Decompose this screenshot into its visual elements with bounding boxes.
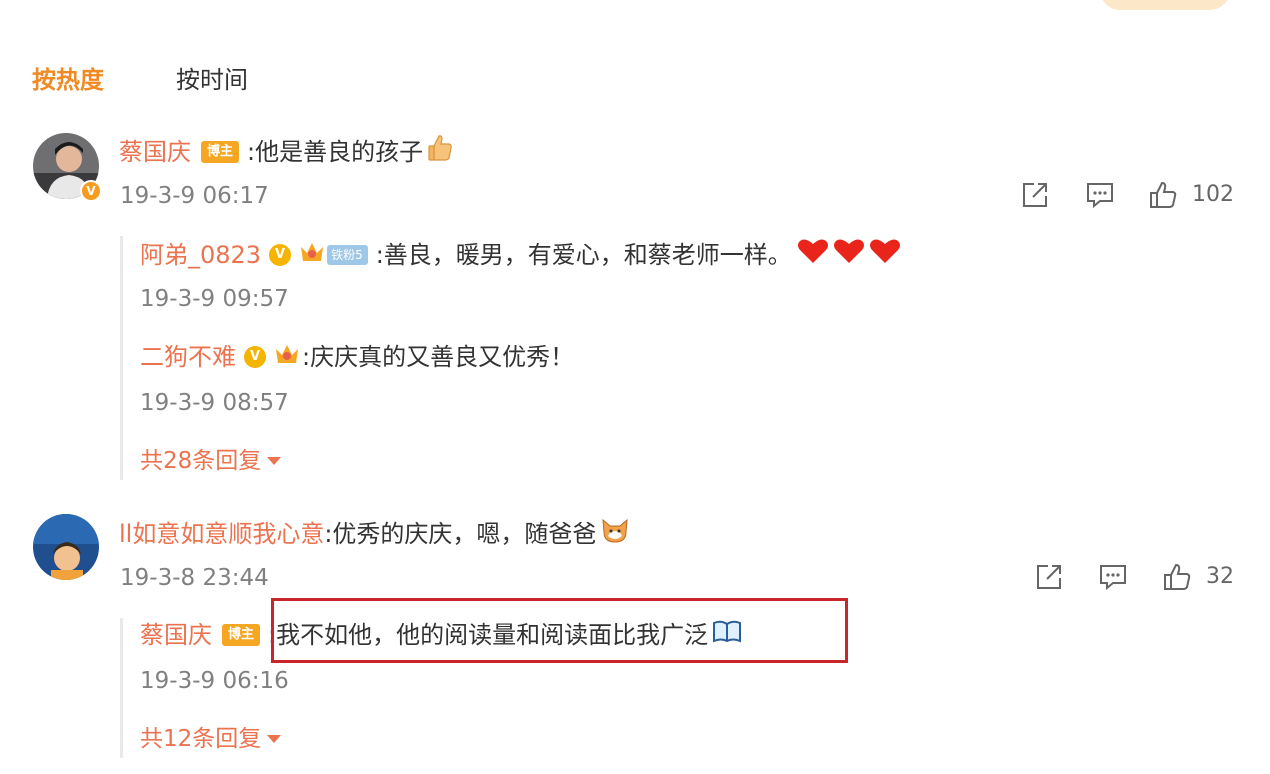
comment-header: ll如意如意顺我心意 :优秀的庆庆，嗯，随爸爸 bbox=[119, 516, 630, 552]
reply-username[interactable]: 阿弟_0823 bbox=[140, 239, 261, 271]
share-icon bbox=[1023, 183, 1047, 207]
reply-thread-bar bbox=[120, 618, 123, 758]
sort-by-hot-tab[interactable]: 按热度 bbox=[32, 64, 104, 96]
caret-down-icon bbox=[267, 735, 282, 743]
more-replies-link[interactable]: 共12条回复 bbox=[140, 724, 282, 754]
reply-header: 二狗不难 V :庆庆真的又善良又优秀！ bbox=[140, 341, 574, 373]
reply-time: 19-3-9 09:57 bbox=[140, 286, 289, 312]
more-replies-label: 共28条回复 bbox=[140, 448, 262, 474]
sort-by-time-tab[interactable]: 按时间 bbox=[176, 64, 248, 96]
like-count: 32 bbox=[1206, 564, 1234, 589]
verified-v-icon: V bbox=[80, 180, 102, 202]
share-button[interactable] bbox=[1020, 180, 1050, 210]
reply-text: :庆庆真的又善良又优秀！ bbox=[302, 343, 575, 371]
share-button[interactable] bbox=[1034, 562, 1064, 592]
author-badge: 博主 bbox=[222, 624, 261, 646]
comment-text: :优秀的庆庆，嗯，随爸爸 bbox=[324, 520, 597, 548]
comment-icon bbox=[1087, 183, 1113, 209]
comment-time: 19-3-8 23:44 bbox=[120, 565, 269, 591]
verified-v-icon: V bbox=[244, 346, 266, 368]
verified-v-icon: V bbox=[269, 244, 292, 266]
comment-text: :他是善良的孩子 bbox=[247, 138, 424, 166]
more-replies-link[interactable]: 共28条回复 bbox=[140, 446, 282, 476]
reply-time: 19-3-9 06:16 bbox=[140, 668, 289, 694]
reply-header: 阿弟_0823 V 铁粉5 :善良，暖男，有爱心，和蔡老师一样。 bbox=[140, 237, 904, 273]
reply-username[interactable]: 蔡国庆 bbox=[140, 619, 212, 651]
caret-down-icon bbox=[267, 457, 282, 465]
reply-text: :善良，暖男，有爱心，和蔡老师一样。 bbox=[375, 241, 792, 269]
comment-button[interactable] bbox=[1098, 562, 1128, 592]
comment-header: 蔡国庆 博主 :他是善良的孩子 bbox=[119, 134, 453, 170]
comment-button[interactable] bbox=[1085, 180, 1115, 210]
cat-emoji bbox=[600, 516, 630, 552]
avatar[interactable] bbox=[33, 514, 99, 580]
like-count: 102 bbox=[1192, 182, 1234, 207]
reply-time: 19-3-9 08:57 bbox=[140, 390, 289, 416]
crown-icon bbox=[299, 239, 325, 271]
thumbs-up-emoji bbox=[427, 134, 453, 170]
like-icon bbox=[1150, 181, 1177, 208]
crown-icon bbox=[274, 341, 300, 373]
heart-emoji bbox=[796, 237, 904, 273]
more-replies-label: 共12条回复 bbox=[140, 726, 262, 752]
like-icon bbox=[1164, 563, 1191, 590]
comment-icon bbox=[1100, 565, 1126, 591]
comment-username[interactable]: ll如意如意顺我心意 bbox=[119, 518, 324, 550]
highlight-annotation-box bbox=[271, 598, 848, 663]
top-orange-button[interactable] bbox=[1100, 0, 1230, 10]
comment-username[interactable]: 蔡国庆 bbox=[119, 136, 191, 168]
like-button[interactable]: 102 bbox=[1148, 180, 1234, 210]
share-icon bbox=[1037, 565, 1061, 589]
reply-username[interactable]: 二狗不难 bbox=[140, 341, 236, 373]
like-button[interactable]: 32 bbox=[1162, 562, 1234, 592]
author-badge: 博主 bbox=[201, 141, 240, 163]
reply-thread-bar bbox=[120, 236, 123, 480]
fan-badge: 铁粉5 bbox=[327, 245, 368, 265]
comment-time: 19-3-9 06:17 bbox=[120, 183, 269, 209]
